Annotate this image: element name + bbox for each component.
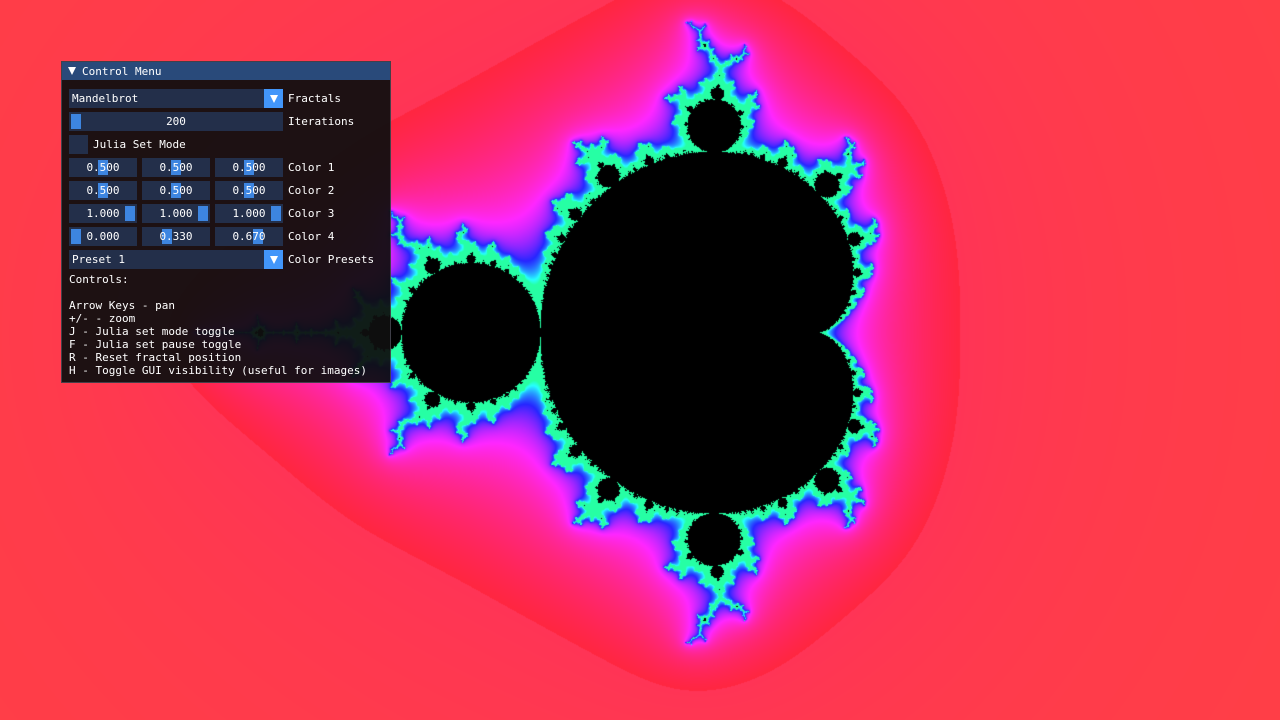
triangle-down-icon <box>269 255 278 264</box>
fractal-row: Mandelbrot Fractals <box>69 89 341 108</box>
color4-g-value: 0.330 <box>159 230 193 243</box>
iterations-slider[interactable]: 200 <box>69 112 283 131</box>
color2-g-slider[interactable]: 0.500 <box>142 181 210 200</box>
color4-r-slider[interactable]: 0.000 <box>69 227 137 246</box>
color3-g-value: 1.000 <box>159 207 193 220</box>
color3-g-grab[interactable] <box>198 206 208 221</box>
color2-label: Color 2 <box>288 184 335 197</box>
julia-row: Julia Set Mode <box>69 135 186 154</box>
color3-b-value: 1.000 <box>232 207 266 220</box>
help-line: F - Julia set pause toggle <box>69 338 242 351</box>
preset-label: Color Presets <box>288 253 375 266</box>
color-row-3: 1.000 1.000 1.000 Color 3 <box>69 204 334 223</box>
julia-mode-label: Julia Set Mode <box>93 138 186 151</box>
color4-g-slider[interactable]: 0.330 <box>142 227 210 246</box>
triangle-down-icon <box>269 94 278 103</box>
color-row-2: 0.500 0.500 0.500 Color 2 <box>69 181 334 200</box>
preset-combo[interactable]: Preset 1 <box>69 250 283 269</box>
collapse-triangle-icon[interactable] <box>68 67 76 75</box>
control-menu-window[interactable]: Control Menu Mandelbrot Fractals 200 Ite… <box>61 61 391 383</box>
color-row-4: 0.000 0.330 0.670 Color 4 <box>69 227 334 246</box>
color3-g-slider[interactable]: 1.000 <box>142 204 210 223</box>
color3-r-slider[interactable]: 1.000 <box>69 204 137 223</box>
color1-label: Color 1 <box>288 161 335 174</box>
color2-g-value: 0.500 <box>159 184 193 197</box>
iterations-label: Iterations <box>288 115 355 128</box>
julia-mode-checkbox[interactable] <box>69 135 88 154</box>
controls-help-text: Controls: Arrow Keys - pan +/- - zoom J … <box>69 273 367 377</box>
preset-row: Preset 1 Color Presets <box>69 250 374 269</box>
color4-r-grab[interactable] <box>71 229 81 244</box>
help-line: H - Toggle GUI visibility (useful for im… <box>69 364 368 377</box>
fractal-combo-value: Mandelbrot <box>72 92 139 105</box>
color3-label: Color 3 <box>288 207 335 220</box>
color4-b-value: 0.670 <box>232 230 266 243</box>
color2-b-value: 0.500 <box>232 184 266 197</box>
color3-r-grab[interactable] <box>125 206 135 221</box>
help-line: +/- - zoom <box>69 312 136 325</box>
color1-g-value: 0.500 <box>159 161 193 174</box>
color3-r-value: 1.000 <box>86 207 120 220</box>
color-row-1: 0.500 0.500 0.500 Color 1 <box>69 158 334 177</box>
color3-b-slider[interactable]: 1.000 <box>215 204 283 223</box>
color2-b-slider[interactable]: 0.500 <box>215 181 283 200</box>
window-titlebar[interactable]: Control Menu <box>62 62 390 80</box>
color1-r-value: 0.500 <box>86 161 120 174</box>
preset-combo-value: Preset 1 <box>72 253 125 266</box>
fractal-combo-arrow[interactable] <box>264 89 283 108</box>
fractal-combo[interactable]: Mandelbrot <box>69 89 283 108</box>
window-title: Control Menu <box>82 64 162 78</box>
color1-b-slider[interactable]: 0.500 <box>215 158 283 177</box>
iterations-slider-grab[interactable] <box>71 114 81 129</box>
color2-r-slider[interactable]: 0.500 <box>69 181 137 200</box>
color1-r-slider[interactable]: 0.500 <box>69 158 137 177</box>
color3-b-grab[interactable] <box>271 206 281 221</box>
help-line: Arrow Keys - pan <box>69 299 175 312</box>
help-heading: Controls: <box>69 273 129 286</box>
preset-combo-arrow[interactable] <box>264 250 283 269</box>
color4-b-slider[interactable]: 0.670 <box>215 227 283 246</box>
help-line: R - Reset fractal position <box>69 351 242 364</box>
help-line: J - Julia set mode toggle <box>69 325 235 338</box>
color4-label: Color 4 <box>288 230 335 243</box>
color1-g-slider[interactable]: 0.500 <box>142 158 210 177</box>
fractal-label: Fractals <box>288 92 341 105</box>
color2-r-value: 0.500 <box>86 184 120 197</box>
color1-b-value: 0.500 <box>232 161 266 174</box>
color4-r-value: 0.000 <box>86 230 120 243</box>
iterations-value: 200 <box>166 115 186 128</box>
iterations-row: 200 Iterations <box>69 112 354 131</box>
